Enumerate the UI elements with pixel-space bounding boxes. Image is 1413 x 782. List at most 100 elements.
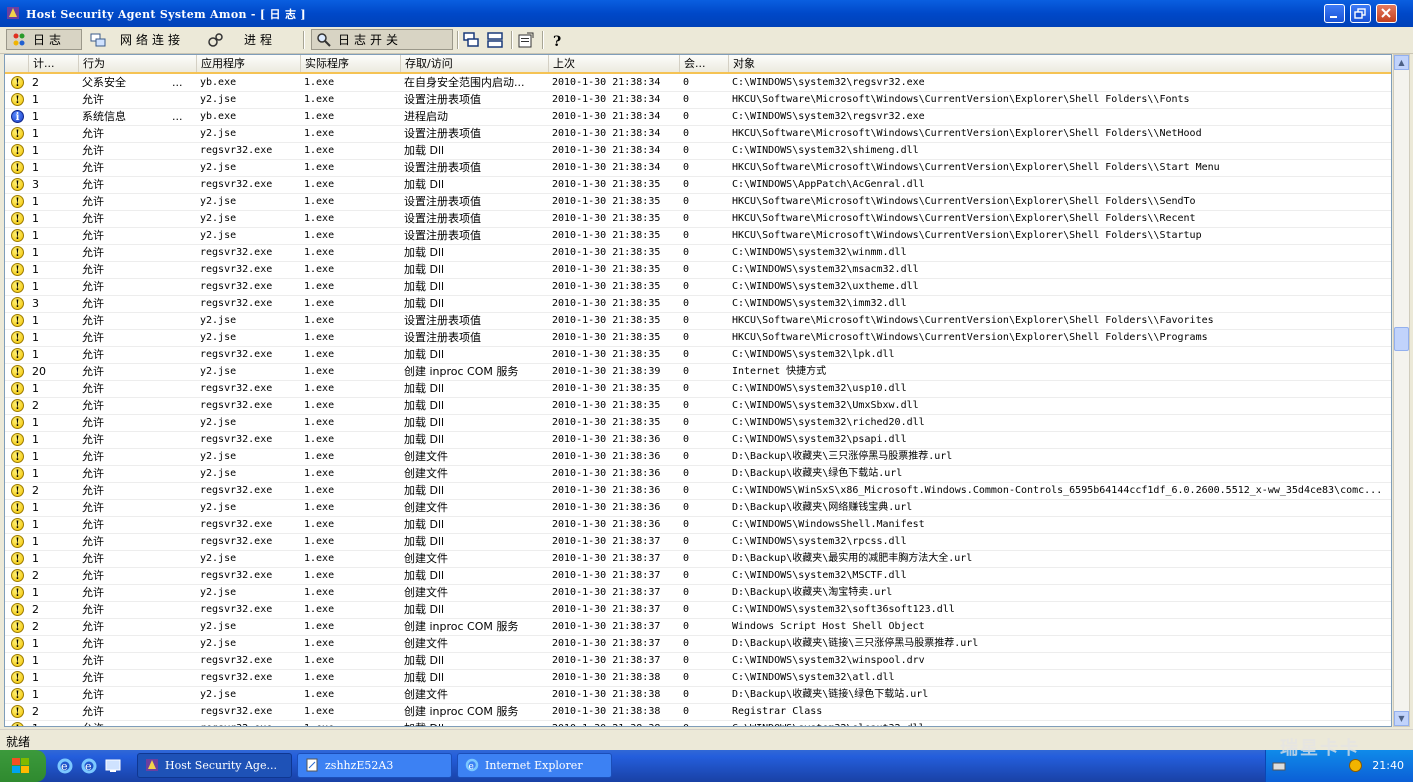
table-row[interactable]: ! 2 允许 regsvr32.exe 1.exe 加载 Dll 2010-1-30 21:…	[5, 483, 1391, 500]
table-row[interactable]: ! 1 允许 y2.jse 1.exe 设置注册表项值 2010-1-30 21:38:35…	[5, 228, 1391, 245]
table-row[interactable]: ! 1 允许 y2.jse 1.exe 设置注册表项值 2010-1-30 21:38:34…	[5, 126, 1391, 143]
task-host-security[interactable]: Host Security Age...	[137, 753, 292, 778]
cell-count: 1	[32, 348, 39, 361]
cell-access: 创建文件	[404, 450, 448, 463]
table-row[interactable]: ! 1 允许 y2.jse 1.exe 创建文件 2010-1-30 21:38:37 0 D:…	[5, 636, 1391, 653]
table-row[interactable]: !1允许regsvr32.exe1.exe加载 Dll2010-1-30 21:…	[5, 245, 1391, 262]
column-header-action[interactable]: 行为	[79, 55, 197, 72]
tile-vertical-button[interactable]	[483, 29, 507, 50]
log-table[interactable]: 计... 行为 应用程序 实际程序 存取/访问 上次 会... 对象 ! 2 父系安…	[4, 54, 1392, 727]
task-internet-explorer[interactable]: e Internet Explorer	[457, 753, 612, 778]
table-row[interactable]: !1允许regsvr32.exe1.exe加载 Dll2010-1-30 21:…	[5, 534, 1391, 551]
table-row[interactable]: ! 20 允许 y2.jse 1.exe 创建 inproc COM 服务 2010-1-3…	[5, 364, 1391, 381]
help-button[interactable]: ?	[545, 29, 569, 50]
cell-action: 允许	[82, 144, 104, 157]
windows-logo-icon	[12, 758, 29, 773]
table-row[interactable]: !1允许regsvr32.exe1.exe加载 Dll2010-1-30 21:…	[5, 262, 1391, 279]
table-row[interactable]: !1允许regsvr32.exe1.exe加载 Dll2010-1-30 21:…	[5, 381, 1391, 398]
cell-access: 加载 Dll	[404, 433, 445, 446]
tab-network[interactable]: 网络连接	[86, 29, 196, 50]
table-row[interactable]: ! 2 父系安全... yb.exe 1.exe 在自身安全范围内启动... 2010-1-…	[5, 75, 1391, 92]
show-desktop-icon[interactable]	[105, 758, 121, 774]
cell-access: 创建文件	[404, 501, 448, 514]
vertical-scrollbar[interactable]: ▲ ▼	[1393, 54, 1410, 727]
table-row[interactable]: ! 2 允许 regsvr32.exe 1.exe 创建 inproc COM 服务 201…	[5, 704, 1391, 721]
table-row[interactable]: ! 1 允许 y2.jse 1.exe 设置注册表项值 2010-1-30 21:38:35…	[5, 330, 1391, 347]
warning-icon: !	[11, 569, 24, 582]
keyboard-icon[interactable]	[1272, 759, 1286, 773]
column-header-object[interactable]: 对象	[729, 55, 1391, 72]
table-row[interactable]: ! 3 允许 regsvr32.exe 1.exe 加载 Dll 2010-1-30 21:…	[5, 296, 1391, 313]
table-row[interactable]: ! 2 允许 y2.jse 1.exe 创建 inproc COM 服务 2010-1-30…	[5, 619, 1391, 636]
properties-button[interactable]	[514, 29, 538, 50]
table-row[interactable]: !1允许regsvr32.exe1.exe加载 Dll2010-1-30 21:…	[5, 143, 1391, 160]
scroll-down-button[interactable]: ▼	[1394, 711, 1409, 726]
column-header-app[interactable]: 应用程序	[197, 55, 301, 72]
tile-horizontal-icon	[463, 31, 479, 48]
table-row[interactable]: ! 1 允许 y2.jse 1.exe 设置注册表项值 2010-1-30 21:38:34…	[5, 160, 1391, 177]
title-bar[interactable]: Host Security Agent System Amon - [ 日 志 …	[0, 0, 1413, 27]
table-row[interactable]: ! 2 允许 regsvr32.exe 1.exe 加载 Dll 2010-1-30 21:…	[5, 568, 1391, 585]
table-row[interactable]: ! 1 允许 y2.jse 1.exe 创建文件 2010-1-30 21:38:37 0 D:…	[5, 551, 1391, 568]
table-row[interactable]: !1允许regsvr32.exe1.exe加载 Dll2010-1-30 21:…	[5, 347, 1391, 364]
column-header-real-program[interactable]: 实际程序	[301, 55, 401, 72]
warning-icon: !	[11, 246, 24, 259]
table-row[interactable]: ! 1 允许 y2.jse 1.exe 设置注册表项值 2010-1-30 21:38:35…	[5, 211, 1391, 228]
cell-access: 创建 inproc COM 服务	[404, 705, 519, 718]
close-button[interactable]	[1376, 4, 1397, 23]
ie-quicklaunch-icon[interactable]: e	[57, 758, 73, 774]
table-row[interactable]: ! 1 允许 y2.jse 1.exe 创建文件 2010-1-30 21:38:37 0 D:…	[5, 585, 1391, 602]
task-zshhz[interactable]: zshhzE52A3	[297, 753, 452, 778]
tab-log[interactable]: 日志	[6, 29, 82, 50]
cell-count: 1	[32, 127, 39, 140]
warning-icon: !	[11, 722, 24, 726]
column-header-session[interactable]: 会...	[680, 55, 729, 72]
task-label: Host Security Age...	[165, 759, 277, 772]
column-header-access[interactable]: 存取/访问	[401, 55, 549, 72]
table-row[interactable]: ! 1 允许 y2.jse 1.exe 设置注册表项值 2010-1-30 21:38:35…	[5, 313, 1391, 330]
scroll-up-button[interactable]: ▲	[1394, 55, 1409, 70]
tab-process[interactable]: 进程	[204, 29, 286, 50]
column-header-count[interactable]: 计...	[29, 55, 79, 72]
table-row[interactable]: ! 1 允许 y2.jse 1.exe 创建文件 2010-1-30 21:38:38 0 D:…	[5, 687, 1391, 704]
table-row[interactable]: ! 1 允许 y2.jse 1.exe 创建文件 2010-1-30 21:38:36 0 D:…	[5, 466, 1391, 483]
table-row[interactable]: !1允许regsvr32.exe1.exe加载 Dll2010-1-30 21:…	[5, 517, 1391, 534]
table-row[interactable]: ! 1 允许 y2.jse 1.exe 创建文件 2010-1-30 21:38:36 0 D:…	[5, 449, 1391, 466]
tile-horizontal-button[interactable]	[459, 29, 483, 50]
column-header-last[interactable]: 上次	[549, 55, 680, 72]
table-row[interactable]: !1允许regsvr32.exe1.exe加载 Dll2010-1-30 21:…	[5, 279, 1391, 296]
table-row[interactable]: ! 3 允许 regsvr32.exe 1.exe 加载 Dll 2010-1-30 21:…	[5, 177, 1391, 194]
warning-icon: !	[11, 76, 24, 89]
table-row[interactable]: !1允许regsvr32.exe1.exe加载 Dll2010-1-30 21:…	[5, 432, 1391, 449]
cell-session: 0	[683, 485, 690, 496]
table-row[interactable]: !1允许regsvr32.exe1.exe加载 Dll2010-1-30 21:…	[5, 670, 1391, 687]
cell-object: D:\Backup\收藏夹\链接\三只涨停黑马股票推荐.url	[732, 638, 979, 649]
table-row[interactable]: ! 1 允许 y2.jse 1.exe 设置注册表项值 2010-1-30 21:38:34…	[5, 92, 1391, 109]
table-row[interactable]: ! 1 允许 y2.jse 1.exe 加载 Dll 2010-1-30 21:38:35 0…	[5, 415, 1391, 432]
cell-last: 2010-1-30 21:38:35	[552, 400, 661, 411]
tab-log-switch[interactable]: 日志开关	[311, 29, 453, 50]
cell-action: 允许	[82, 671, 104, 684]
table-row[interactable]: ! 2 允许 regsvr32.exe 1.exe 加载 Dll 2010-1-30 21:…	[5, 602, 1391, 619]
cell-last: 2010-1-30 21:38:36	[552, 468, 661, 479]
cell-last: 2010-1-30 21:38:35	[552, 281, 661, 292]
restore-button[interactable]	[1350, 4, 1371, 23]
cell-access: 加载 Dll	[404, 518, 445, 531]
table-row[interactable]: i 1 系统信息... yb.exe 1.exe 进程启动 2010-1-30 21:38:…	[5, 109, 1391, 126]
ie-quicklaunch-icon[interactable]: e	[81, 758, 97, 774]
toolbar: 日志 网络连接 进程 日志开关 ?	[0, 27, 1413, 54]
scroll-thumb[interactable]	[1394, 327, 1409, 351]
cell-app: y2.jse	[200, 94, 237, 105]
clock[interactable]: 21:40	[1372, 759, 1404, 772]
table-row[interactable]: ! 2 允许 regsvr32.exe 1.exe 加载 Dll 2010-1-30 21:…	[5, 398, 1391, 415]
cell-object: C:\WINDOWS\system32\rpcss.dll	[732, 536, 907, 547]
cell-action: 允许	[82, 297, 104, 310]
table-row[interactable]: !1允许regsvr32.exe1.exe加载 Dll2010-1-30 21:…	[5, 721, 1391, 726]
table-row[interactable]: ! 1 允许 y2.jse 1.exe 创建文件 2010-1-30 21:38:36 0 D:…	[5, 500, 1391, 517]
table-row[interactable]: !1允许regsvr32.exe1.exe加载 Dll2010-1-30 21:…	[5, 653, 1391, 670]
table-row[interactable]: ! 1 允许 y2.jse 1.exe 设置注册表项值 2010-1-30 21:38:35…	[5, 194, 1391, 211]
start-button[interactable]	[0, 750, 46, 782]
column-header-icon[interactable]	[5, 55, 29, 72]
minimize-button[interactable]	[1324, 4, 1345, 23]
antivirus-tray-icon[interactable]	[1348, 758, 1363, 773]
